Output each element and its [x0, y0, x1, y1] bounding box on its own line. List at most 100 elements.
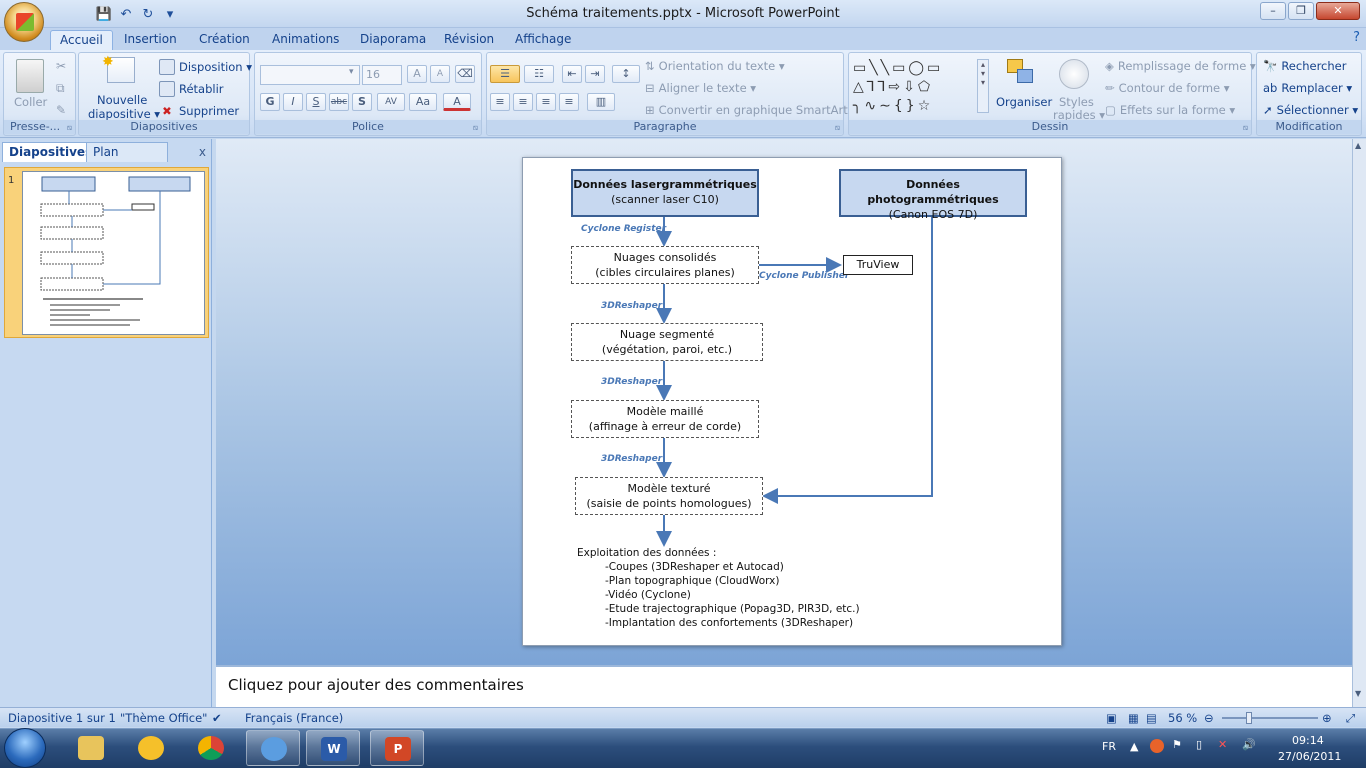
scroll-up-icon[interactable]: ▲: [1355, 141, 1361, 150]
change-case-button[interactable]: Aa: [409, 93, 437, 111]
action-center-flag-icon[interactable]: ⚑: [1172, 738, 1182, 751]
notes-placeholder[interactable]: Cliquez pour ajouter des commentaires: [228, 676, 524, 694]
new-slide-icon[interactable]: ✸: [102, 54, 135, 83]
align-right-icon[interactable]: ≡: [536, 93, 556, 111]
reset-button[interactable]: Rétablir: [159, 81, 224, 97]
slide-thumbnail[interactable]: [22, 171, 205, 335]
bold-button[interactable]: G: [260, 93, 280, 111]
shadow-button[interactable]: S: [352, 93, 372, 111]
paste-icon[interactable]: [16, 59, 44, 93]
taskbar-explorer[interactable]: [64, 730, 118, 766]
cut-icon[interactable]: ✂: [56, 59, 66, 73]
text-direction-button[interactable]: ⇅ Orientation du texte ▾: [645, 59, 785, 73]
close-button[interactable]: ✕: [1316, 2, 1360, 20]
paste-button[interactable]: Coller: [14, 95, 47, 109]
arrange-button[interactable]: Organiser: [996, 95, 1052, 109]
slide-sorter-icon[interactable]: ▦: [1128, 711, 1139, 725]
battery-icon[interactable]: ▯: [1196, 738, 1202, 751]
font-size-input[interactable]: 16: [362, 65, 402, 85]
strikethrough-button[interactable]: abc: [329, 93, 349, 111]
vertical-scrollbar[interactable]: ▲ ▼: [1352, 139, 1366, 707]
box-truview[interactable]: TruView: [843, 255, 913, 275]
avast-icon[interactable]: [1150, 739, 1164, 753]
font-color-button[interactable]: A: [443, 93, 471, 111]
font-name-input[interactable]: [260, 65, 360, 85]
box-nuage-segmente[interactable]: Nuage segmenté (végétation, paroi, etc.): [571, 323, 763, 361]
new-slide-button-line2[interactable]: diapositive ▾: [88, 107, 160, 121]
clock-time[interactable]: 09:14: [1292, 734, 1324, 747]
box-modele-texture[interactable]: Modèle texturé (saisie de points homolog…: [575, 477, 763, 515]
clear-format-icon[interactable]: ⌫: [455, 65, 475, 83]
shape-fill-button[interactable]: ◈ Remplissage de forme ▾: [1105, 59, 1256, 73]
copy-icon[interactable]: ⧉: [56, 81, 65, 96]
slideshow-view-icon[interactable]: ▤: [1146, 711, 1157, 725]
show-hidden-icons[interactable]: ▲: [1130, 740, 1138, 753]
box-nuages-consolides[interactable]: Nuages consolidés (cibles circulaires pl…: [571, 246, 759, 284]
tab-outline[interactable]: Plan: [86, 142, 168, 162]
replace-button[interactable]: ab Remplacer ▾: [1263, 81, 1352, 95]
columns-icon[interactable]: ▥: [587, 93, 615, 111]
box-laser[interactable]: Données lasergrammétriques (scanner lase…: [571, 169, 759, 217]
zoom-in-icon[interactable]: ⊕: [1322, 711, 1332, 725]
increase-indent-icon[interactable]: ⇥: [585, 65, 605, 83]
line-spacing-icon[interactable]: ↕: [612, 65, 640, 83]
tab-affichage[interactable]: Affichage: [506, 30, 580, 50]
language-indicator[interactable]: FR: [1102, 740, 1116, 753]
maximize-button[interactable]: ❐: [1288, 2, 1314, 20]
char-spacing-button[interactable]: AV: [377, 93, 405, 111]
network-icon[interactable]: ✕: [1218, 738, 1227, 751]
select-button[interactable]: ➚ Sélectionner ▾: [1263, 103, 1358, 117]
office-button[interactable]: [4, 2, 44, 42]
find-button[interactable]: 🔭 Rechercher: [1263, 59, 1346, 73]
taskbar-messenger[interactable]: [246, 730, 300, 766]
align-left-icon[interactable]: ≡: [490, 93, 510, 111]
status-language[interactable]: Français (France): [245, 711, 343, 725]
fit-to-window-icon[interactable]: ⤢: [1346, 711, 1355, 726]
shapes-gallery-scroll[interactable]: ▴ ▾ ▾: [977, 59, 989, 113]
tab-revision[interactable]: Révision: [435, 30, 503, 50]
zoom-level[interactable]: 56 %: [1168, 711, 1197, 725]
font-launcher-icon[interactable]: ⧅: [473, 123, 478, 133]
scroll-down-icon[interactable]: ▼: [1355, 689, 1361, 698]
underline-button[interactable]: S: [306, 93, 326, 111]
quick-styles-line1[interactable]: Styles: [1059, 95, 1094, 109]
tab-animations[interactable]: Animations: [263, 30, 348, 50]
shape-effects-button[interactable]: ▢ Effets sur la forme ▾: [1105, 103, 1235, 117]
arrange-icon[interactable]: [1007, 59, 1037, 89]
shape-outline-button[interactable]: ✏ Contour de forme ▾: [1105, 81, 1230, 95]
shapes-gallery[interactable]: ▭╲╲▭◯▭ △⅂⅂⇨⇩⬠ ╮∿∼{}☆: [853, 59, 977, 114]
decrease-indent-icon[interactable]: ⇤: [562, 65, 582, 83]
bullets-icon[interactable]: ☰: [490, 65, 520, 83]
spellcheck-icon[interactable]: ✔: [212, 711, 222, 725]
minimize-button[interactable]: –: [1260, 2, 1286, 20]
paragraph-launcher-icon[interactable]: ⧅: [835, 123, 840, 133]
layout-button[interactable]: Disposition ▾: [159, 59, 252, 75]
italic-button[interactable]: I: [283, 93, 303, 111]
normal-view-icon[interactable]: ▣: [1106, 711, 1117, 725]
taskbar-outlook[interactable]: [124, 730, 178, 766]
align-text-button[interactable]: ⊟ Aligner le texte ▾: [645, 81, 756, 95]
numbering-icon[interactable]: ☷: [524, 65, 554, 83]
exploitation-block[interactable]: Exploitation des données : -Coupes (3DRe…: [577, 546, 860, 630]
grow-font-button[interactable]: A: [407, 65, 427, 83]
tab-diaporama[interactable]: Diaporama: [351, 30, 435, 50]
status-theme[interactable]: "Thème Office": [120, 711, 207, 725]
help-icon[interactable]: ?: [1353, 30, 1360, 45]
smartart-button[interactable]: ⊞ Convertir en graphique SmartArt ▾: [645, 103, 857, 117]
taskbar-chrome[interactable]: [184, 730, 238, 766]
quick-styles-icon[interactable]: [1059, 59, 1089, 89]
zoom-slider-thumb[interactable]: [1245, 712, 1252, 724]
start-button[interactable]: [4, 728, 46, 768]
delete-slide-button[interactable]: ✖ Supprimer: [159, 103, 239, 119]
tab-accueil[interactable]: Accueil: [50, 30, 113, 50]
zoom-slider[interactable]: [1222, 712, 1318, 724]
close-pane-icon[interactable]: x: [199, 145, 206, 159]
drawing-launcher-icon[interactable]: ⧅: [1243, 123, 1248, 133]
volume-icon[interactable]: 🔊: [1242, 738, 1256, 751]
taskbar-powerpoint[interactable]: P: [370, 730, 424, 766]
slide-canvas[interactable]: Données lasergrammétriques (scanner lase…: [522, 157, 1062, 646]
box-modele-maille[interactable]: Modèle maillé (affinage à erreur de cord…: [571, 400, 759, 438]
taskbar-word[interactable]: W: [306, 730, 360, 766]
tab-creation[interactable]: Création: [190, 30, 259, 50]
box-photo[interactable]: Données photogrammétriques (Canon EOS 7D…: [839, 169, 1027, 221]
